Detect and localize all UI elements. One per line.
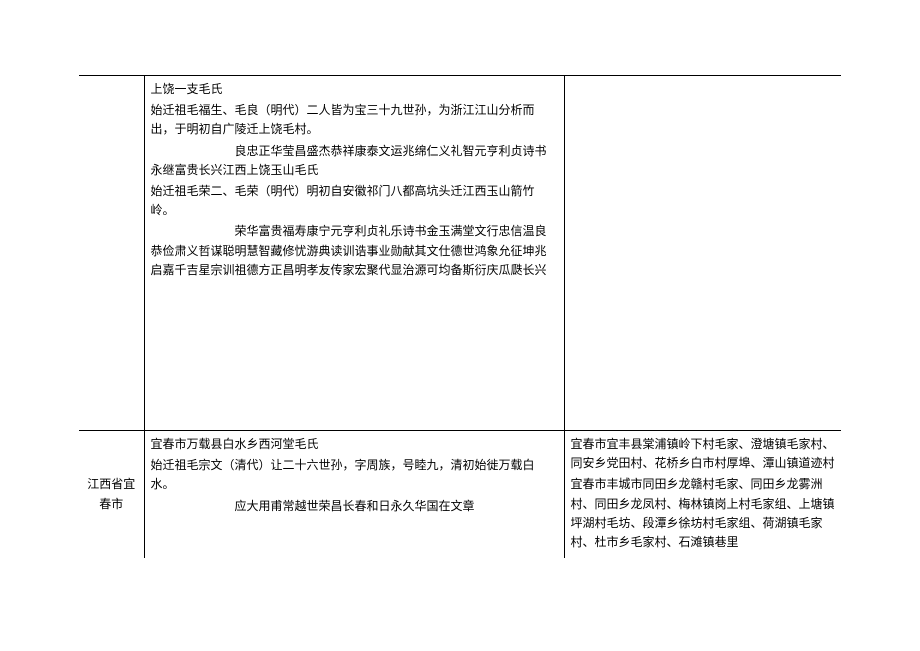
region-label: 江西省宜春市: [87, 477, 135, 510]
content-cell: 上饶一支毛氏 始迁祖毛福生、毛良（明代）二人皆为宝三十九世孙，为浙江江山分析而出…: [144, 76, 564, 431]
generation-poem: 应大用甫常越世荣昌长春和日永久华国在文章: [151, 497, 558, 516]
genealogy-table: 上饶一支毛氏 始迁祖毛福生、毛良（明代）二人皆为宝三十九世孙，为浙江江山分析而出…: [79, 75, 841, 558]
lineage-title: 宜春市万载县白水乡西河堂毛氏: [151, 435, 558, 454]
lineage-text: 始迁祖毛福生、毛良（明代）二人皆为宝三十九世孙，为浙江江山分析而出，于明初自广陵…: [151, 101, 558, 139]
region-label-cell: [79, 76, 144, 431]
places-text: 宜春市丰城市同田乡龙赣村毛家、同田乡龙雾洲村、同田乡龙凤村、梅林镇岗上村毛家组、…: [571, 475, 836, 552]
lineage-title: 上饶一支毛氏: [151, 80, 558, 99]
generation-poem: 荣华富贵福寿康宁元亨利贞礼乐诗书金玉满堂文行忠信温良恭俭肃义哲谋聪明慧智藏修忧游…: [151, 222, 558, 280]
places-text: 宜春市宜丰县棠浦镇岭下村毛家、澄塘镇毛家村、同安乡党田村、花桥乡白市村厚埠、潭山…: [571, 435, 836, 473]
generation-poem: 良忠正华莹昌盛杰恭祥康泰文运兆绵仁义礼智元亨利贞诗书永继富贵长兴江西上饶玉山毛氏: [151, 142, 558, 180]
table-row: 江西省宜春市 宜春市万载县白水乡西河堂毛氏 始迁祖毛宗文（清代）让二十六世孙，字…: [79, 431, 841, 559]
places-cell: [564, 76, 841, 431]
lineage-text: 始迁祖毛宗文（清代）让二十六世孙，字周族，号睦九，清初始徙万载白水。: [151, 456, 558, 494]
content-cell: 宜春市万载县白水乡西河堂毛氏 始迁祖毛宗文（清代）让二十六世孙，字周族，号睦九，…: [144, 431, 564, 559]
table-row: 上饶一支毛氏 始迁祖毛福生、毛良（明代）二人皆为宝三十九世孙，为浙江江山分析而出…: [79, 76, 841, 431]
places-cell: 宜春市宜丰县棠浦镇岭下村毛家、澄塘镇毛家村、同安乡党田村、花桥乡白市村厚埠、潭山…: [564, 431, 841, 559]
region-label-cell: 江西省宜春市: [79, 431, 144, 559]
lineage-text: 始迁祖毛荣二、毛荣（明代）明初自安徽祁门八都高坑头迁江西玉山箭竹岭。: [151, 182, 558, 220]
